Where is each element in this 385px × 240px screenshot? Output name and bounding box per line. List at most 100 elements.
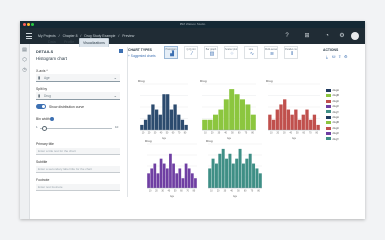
download-icon[interactable]: ⤓ <box>326 55 330 59</box>
x-tick-label: 20 <box>148 133 151 135</box>
histogram-bar <box>238 148 242 188</box>
footnote-input[interactable]: Enter text footnote <box>36 184 120 191</box>
histogram-bar <box>301 114 305 130</box>
x-tick-label: 70 <box>245 133 248 135</box>
column-icon: ▮ <box>38 75 41 80</box>
histogram-bar <box>234 94 240 130</box>
assets-icon[interactable]: ▤ <box>22 48 27 53</box>
y-axis-title: Drug <box>206 139 213 143</box>
histogram-bar <box>286 109 291 130</box>
app-switcher-icon[interactable]: ⊞ <box>303 32 311 40</box>
histogram-icon: ▟ <box>170 51 174 57</box>
details-heading: DETAILS <box>36 50 54 54</box>
chart-type-qq[interactable]: Q-Q plot ⁄ <box>184 46 198 59</box>
histogram-bar <box>283 99 287 130</box>
info-icon[interactable] <box>50 117 54 121</box>
x-tick-label: 10 <box>142 133 145 135</box>
suggested-charts-link[interactable]: + Suggested charts <box>128 54 156 58</box>
chart-type-parallel[interactable]: Parallel coor...⫴ <box>284 46 298 59</box>
xaxis-select[interactable]: ▮ Age ⌄ <box>36 74 120 82</box>
line-chart-icon: ∿ <box>249 51 255 57</box>
histogram-bar <box>165 168 169 188</box>
help-icon[interactable]: ? <box>283 32 291 40</box>
histogram-bar <box>173 104 177 130</box>
x-tick-label: 30 <box>161 191 164 193</box>
histogram-bar <box>156 173 160 188</box>
x-tick-label: 10 <box>270 133 273 135</box>
window-title: IBM Watson Studio <box>179 22 206 26</box>
chart-type-histogram[interactable]: Histogram ▟ <box>164 46 178 59</box>
x-tick-label: 70 <box>251 191 254 193</box>
chart-type-line[interactable]: Line ∿ <box>244 46 258 59</box>
chart-type-bar[interactable]: Bar graph ▥ <box>204 46 218 59</box>
histogram-bar <box>208 168 212 188</box>
left-rail: ▤ ⬡ ◷ <box>20 44 30 219</box>
histogram-bar <box>159 158 163 188</box>
chart-type-multiseries[interactable]: Multi-series ≋ <box>264 46 278 59</box>
legend-item: drugY <box>326 137 348 142</box>
history-icon[interactable]: ◷ <box>22 68 27 73</box>
chevron-down-icon: ⌄ <box>113 75 117 80</box>
x-tick-label: 80 <box>315 133 318 135</box>
histogram-bar <box>162 163 166 188</box>
x-axis-title: Age <box>233 195 238 198</box>
histogram-bar <box>223 99 229 130</box>
histogram-bar <box>258 173 262 188</box>
breadcrumb-current: Preview <box>122 34 135 38</box>
histogram-bar <box>162 94 166 130</box>
histogram-bar <box>169 153 172 188</box>
x-tick-label: 20 <box>217 191 220 193</box>
histogram-bar <box>218 153 222 188</box>
breadcrumb-sep: / <box>118 34 120 38</box>
bin-width-slider[interactable] <box>40 126 112 131</box>
histogram-bar <box>178 168 182 188</box>
histogram-bar <box>271 119 276 130</box>
x-tick-label: 60 <box>302 133 305 135</box>
histogram-bar <box>316 124 320 130</box>
x-tick-label: 30 <box>224 191 227 193</box>
histogram-bar <box>248 153 252 188</box>
chart-type-scatter[interactable]: Scatter plot ⁘ <box>224 46 238 59</box>
histogram-bar <box>190 173 194 188</box>
tab-profile[interactable]: Profile <box>61 38 77 46</box>
histogram-bar <box>214 163 218 188</box>
share-icon[interactable]: ⇪ <box>338 55 342 59</box>
histogram-bar <box>309 119 313 130</box>
scatter-plot-icon: ⁘ <box>229 51 235 57</box>
y-axis-title: Drug <box>138 79 145 83</box>
slider-handle[interactable] <box>42 126 47 131</box>
histogram-chart-drugA: Drug10 20 30 40 50 60 70 80Age <box>138 79 188 140</box>
settings-icon[interactable]: ⚙ <box>344 55 348 59</box>
bin-width-label: Bin width <box>36 117 50 121</box>
histogram-bar <box>240 99 245 130</box>
histogram-bar <box>181 178 185 188</box>
distribution-curve-toggle[interactable] <box>36 104 46 109</box>
tab-data[interactable]: Data <box>45 38 59 46</box>
menu-icon[interactable] <box>26 33 32 39</box>
histogram-bar <box>290 114 294 130</box>
histogram-bar <box>184 124 188 130</box>
histogram-bar <box>150 168 154 188</box>
x-tick-label: 80 <box>257 191 260 193</box>
histogram-bar <box>147 173 150 188</box>
histogram-bar <box>225 158 229 188</box>
histogram-bar <box>175 173 179 188</box>
primary-title-input[interactable]: Enter a title text for the chart <box>36 148 120 155</box>
column-icon: ▮ <box>38 93 41 98</box>
y-axis-title: Drug <box>145 139 152 143</box>
parallel-coordinates-icon: ⫴ <box>290 51 294 57</box>
data-icon[interactable]: ⬡ <box>22 58 27 63</box>
bin-min: 1 <box>36 125 38 129</box>
histogram-bar <box>172 163 175 188</box>
histogram-chart-drugC: Drug 10 20 30 40 50 60 70 80 Age <box>266 79 320 140</box>
avatar[interactable] <box>351 32 359 40</box>
splitby-select[interactable]: ▮ Drug ⌄ <box>36 92 120 100</box>
settings-icon[interactable]: ⚙ <box>338 32 346 40</box>
notification-icon[interactable]: ◔ <box>323 32 331 40</box>
histogram-bar <box>202 119 208 130</box>
histogram-bar <box>213 114 218 130</box>
collapse-panel-icon[interactable] <box>119 49 123 53</box>
histogram-chart-drugY: Drug10 20 30 40 50 60 70 80Age <box>206 139 262 198</box>
subtitle-input[interactable]: Enter a secondary label title for the ch… <box>36 166 120 173</box>
save-icon[interactable]: ⛁ <box>332 55 336 59</box>
